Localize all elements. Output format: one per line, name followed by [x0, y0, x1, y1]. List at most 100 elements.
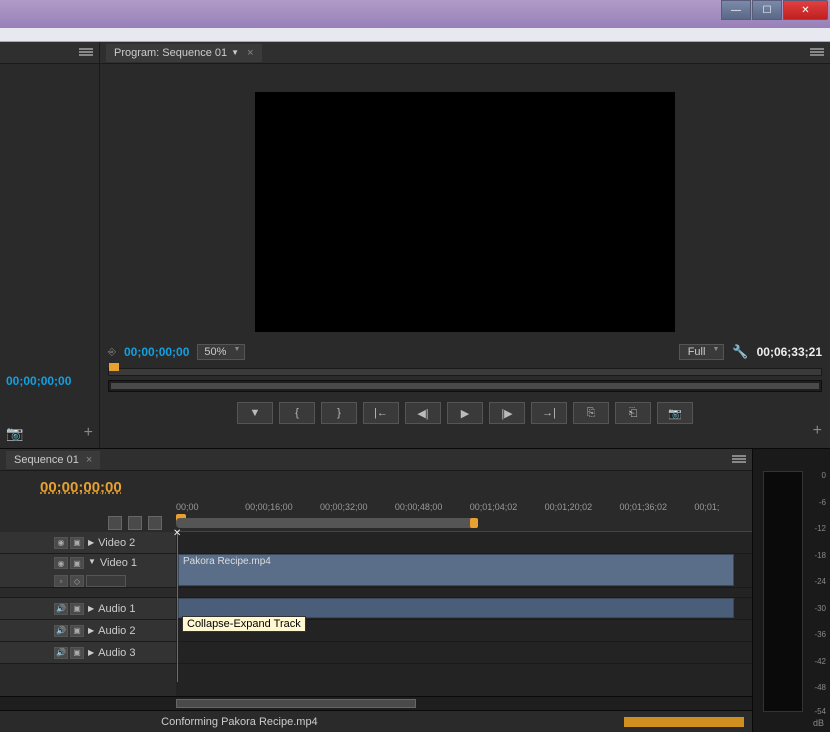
scrub-playhead-icon[interactable] — [109, 363, 119, 371]
step-forward-button[interactable]: |▶ — [489, 402, 525, 424]
track-header-audio2[interactable]: 🔊▣ ▶ Audio 2 — [0, 620, 176, 642]
source-timecode: 00;00;00;00 — [6, 374, 71, 388]
track-separator — [176, 588, 752, 598]
meter-tick: 0 — [822, 471, 826, 480]
marker-tool-icon[interactable] — [128, 516, 142, 530]
track-lane-video2[interactable] — [176, 532, 752, 554]
playhead-cap-icon[interactable]: ✕ — [173, 528, 182, 536]
track-header-audio3[interactable]: 🔊▣ ▶ Audio 3 — [0, 642, 176, 664]
zoom-select[interactable]: 50% — [197, 344, 245, 360]
mark-out-button[interactable]: } — [321, 402, 357, 424]
track-header-video1[interactable]: ◉▣ ▼ Video 1 ▫ ◇ — [0, 554, 176, 588]
expand-arrow-icon[interactable]: ▶ — [88, 648, 94, 657]
tab-close-icon[interactable]: × — [86, 454, 92, 466]
tab-close-icon[interactable]: × — [247, 47, 253, 59]
track-label: Video 1 — [100, 557, 137, 569]
mark-clip-button[interactable]: ▼ — [237, 402, 273, 424]
track-label: Audio 3 — [98, 647, 135, 659]
meter-tick: -36 — [814, 630, 826, 639]
timeline-zoom-bar[interactable] — [176, 518, 476, 528]
track-lane-audio3[interactable] — [176, 642, 752, 664]
speaker-icon[interactable]: 🔊 — [54, 603, 68, 615]
settings-wrench-icon[interactable]: 🔧 — [732, 344, 748, 360]
expand-arrow-icon[interactable]: ▶ — [88, 604, 94, 613]
lock-icon[interactable]: ▣ — [70, 625, 84, 637]
sequence-tab[interactable]: Sequence 01 × — [6, 451, 100, 469]
program-scrollbar[interactable] — [108, 380, 822, 392]
lock-icon[interactable]: ▣ — [70, 603, 84, 615]
mark-in-button[interactable]: { — [279, 402, 315, 424]
ruler-tick: 00;00;32;00 — [320, 502, 368, 512]
snap-toggle-icon[interactable] — [108, 516, 122, 530]
program-scrubber[interactable] — [108, 368, 822, 376]
ruler-tick: 00;00;48;00 — [395, 502, 443, 512]
audio-meter-panel: 0 -6 -12 -18 -24 -30 -36 -42 -48 -54 dB — [752, 449, 830, 732]
add-program-button[interactable]: + — [813, 422, 822, 440]
program-tab-label: Program: Sequence 01 — [114, 47, 227, 59]
timeline-panel: Sequence 01 × 00;00;00;00 00;00 00;00;16… — [0, 449, 752, 732]
program-video-preview[interactable] — [255, 92, 675, 332]
quality-select[interactable]: Full — [679, 344, 725, 360]
step-back-button[interactable]: ◀| — [405, 402, 441, 424]
track-option-icon[interactable]: ◇ — [70, 575, 84, 587]
program-duration: 00;06;33;21 — [757, 345, 822, 359]
timeline-panel-menu-icon[interactable] — [732, 455, 746, 465]
window-close-button[interactable]: ✕ — [783, 0, 828, 20]
window-maximize-button[interactable]: ☐ — [752, 0, 782, 20]
meter-tick: -42 — [814, 657, 826, 666]
program-panel-menu-icon[interactable] — [810, 48, 824, 58]
sequence-tab-label: Sequence 01 — [14, 454, 79, 466]
timeline-ruler[interactable]: 00;00 00;00;16;00 00;00;32;00 00;00;48;0… — [176, 502, 752, 532]
ruler-tick: 00;01;20;02 — [545, 502, 593, 512]
track-option-icon[interactable]: ▫ — [54, 575, 68, 587]
lock-icon[interactable]: ▣ — [70, 647, 84, 659]
meter-tick: -6 — [819, 498, 826, 507]
track-display-mode[interactable] — [86, 575, 126, 587]
eye-icon[interactable]: ◉ — [54, 537, 68, 549]
dropdown-arrow-icon[interactable]: ▼ — [231, 48, 239, 57]
playhead-line[interactable]: ✕ — [177, 532, 178, 682]
eye-icon[interactable]: ◉ — [54, 557, 68, 569]
speaker-icon[interactable]: 🔊 — [54, 625, 68, 637]
ruler-tick: 00;01;36;02 — [620, 502, 668, 512]
audio-clip[interactable] — [178, 598, 734, 618]
ruler-tick: 00;00 — [176, 502, 199, 512]
video-clip[interactable]: Pakora Recipe.mp4 — [178, 554, 734, 586]
speaker-icon[interactable]: 🔊 — [54, 647, 68, 659]
timeline-track-area[interactable]: Pakora Recipe.mp4 ✕ — [176, 532, 752, 696]
expand-arrow-icon[interactable]: ▶ — [88, 538, 94, 547]
scroll-thumb[interactable] — [111, 383, 819, 389]
add-source-button[interactable]: + — [84, 424, 93, 442]
program-tab[interactable]: Program: Sequence 01 ▼ × — [106, 44, 262, 62]
expand-arrow-icon[interactable]: ▶ — [88, 626, 94, 635]
ruler-tick: 00;00;16;00 — [245, 502, 293, 512]
timeline-hscrollbar[interactable] — [176, 697, 752, 710]
program-current-timecode[interactable]: 00;00;00;00 — [124, 345, 189, 359]
meter-tick: -30 — [814, 604, 826, 613]
track-separator — [0, 588, 176, 598]
window-minimize-button[interactable]: — — [721, 0, 751, 20]
collapse-arrow-icon[interactable]: ▼ — [88, 557, 96, 566]
track-header-audio1[interactable]: 🔊▣ ▶ Audio 1 — [0, 598, 176, 620]
source-panel-menu-icon[interactable] — [79, 48, 93, 58]
zoom-handle[interactable] — [470, 518, 478, 528]
export-frame-button[interactable]: 📷 — [657, 402, 693, 424]
settings-tool-icon[interactable] — [148, 516, 162, 530]
meter-tick: -54 — [814, 707, 826, 716]
scroll-thumb[interactable] — [176, 699, 416, 708]
timeline-timecode[interactable]: 00;00;00;00 — [0, 471, 752, 502]
meter-tick: -18 — [814, 551, 826, 560]
goto-out-button[interactable]: →| — [531, 402, 567, 424]
goto-in-button[interactable]: |← — [363, 402, 399, 424]
play-button[interactable]: ▶ — [447, 402, 483, 424]
track-header-video2[interactable]: ◉▣ ▶ Video 2 — [0, 532, 176, 554]
lock-icon[interactable]: ▣ — [70, 557, 84, 569]
lock-icon[interactable]: ▣ — [70, 537, 84, 549]
clip-label: Pakora Recipe.mp4 — [183, 556, 271, 567]
anchor-icon: ⎆ — [108, 347, 116, 358]
transport-controls: ▼ { } |← ◀| ▶ |▶ →| ⎘ ⎗ 📷 — [100, 396, 830, 430]
meter-tick: -12 — [814, 524, 826, 533]
ribbon-strip — [0, 28, 830, 42]
lift-button[interactable]: ⎘ — [573, 402, 609, 424]
extract-button[interactable]: ⎗ — [615, 402, 651, 424]
